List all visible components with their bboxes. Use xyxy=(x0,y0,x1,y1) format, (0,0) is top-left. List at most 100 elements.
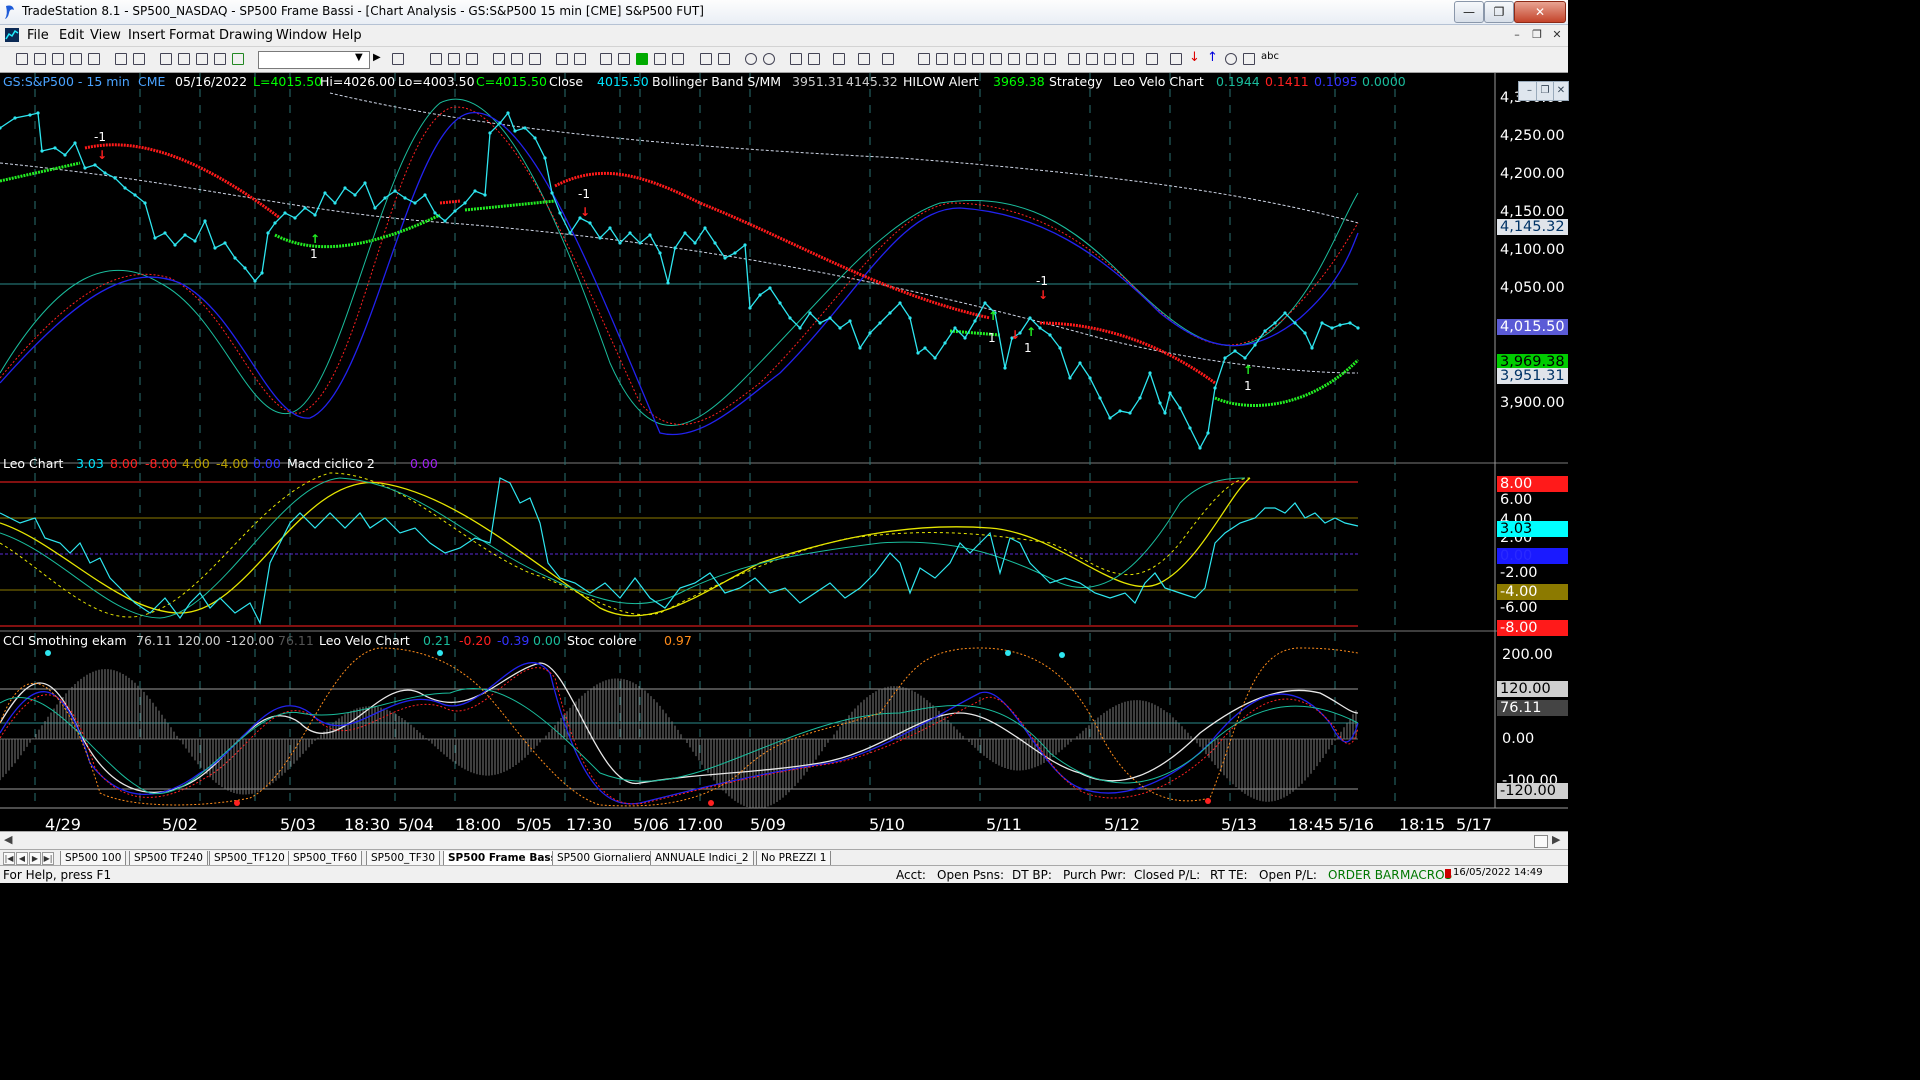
play-icon[interactable]: ▶ xyxy=(373,52,381,63)
tab-sp500-tf60[interactable]: SP500_TF60 xyxy=(288,851,363,866)
tab-last-icon[interactable]: ▶| xyxy=(42,852,54,865)
candlestick-icon[interactable] xyxy=(636,53,648,65)
tab-sp500-100[interactable]: SP500 100 xyxy=(60,851,127,866)
scroll-thumb[interactable] xyxy=(1534,835,1548,848)
vertical-line-icon[interactable] xyxy=(936,53,948,65)
chart-window-icon[interactable] xyxy=(5,28,19,42)
tab-prev-icon[interactable]: ◀ xyxy=(16,852,28,865)
text-tool-icon[interactable]: abc xyxy=(1261,51,1279,62)
menu-drawing[interactable]: Drawing xyxy=(219,28,273,43)
close-price-point xyxy=(618,241,622,245)
child-restore-button[interactable]: ❐ xyxy=(1528,27,1546,43)
close-button[interactable]: ✕ xyxy=(1514,1,1566,23)
chart-analysis-window[interactable]: GS:S&P500 - 15 min CME 05/16/2022 L=4015.50… xyxy=(0,73,1569,834)
tab-sp500-tf30[interactable]: SP500_TF30 xyxy=(366,851,441,866)
window-icon[interactable] xyxy=(160,53,172,65)
tab-sp500-tf120[interactable]: SP500_TF120 xyxy=(209,851,290,866)
speed-line-icon[interactable] xyxy=(990,53,1002,65)
print-icon[interactable] xyxy=(133,53,145,65)
close-price-point xyxy=(638,241,642,245)
menu-view[interactable]: View xyxy=(90,28,121,43)
horizontal-line-icon[interactable] xyxy=(954,53,966,65)
open-icon[interactable] xyxy=(34,53,46,65)
minimize-button[interactable]: — xyxy=(1454,1,1484,23)
arrow-both-icon[interactable] xyxy=(1086,53,1098,65)
radar-icon[interactable] xyxy=(448,53,460,65)
pointer-icon[interactable] xyxy=(790,53,802,65)
hilow-support-line xyxy=(464,199,556,212)
menu-window[interactable]: Window xyxy=(276,28,327,43)
child-close-button[interactable]: ✕ xyxy=(1548,27,1566,43)
close-price-point xyxy=(413,201,417,205)
insert-strategy-icon[interactable] xyxy=(574,53,586,65)
scroll-left-arrow-icon[interactable]: ◀ xyxy=(4,833,12,846)
save-icon[interactable] xyxy=(52,53,64,65)
tab-sp500-giornaliero[interactable]: SP500 Giornaliero xyxy=(552,851,656,866)
data-window-icon[interactable] xyxy=(808,53,820,65)
menu-help[interactable]: Help xyxy=(332,28,362,43)
format-icon[interactable] xyxy=(600,53,612,65)
curve-icon[interactable] xyxy=(1170,53,1182,65)
bar-type-icon[interactable] xyxy=(618,53,630,65)
new-icon[interactable] xyxy=(16,53,28,65)
color-palette-icon[interactable] xyxy=(232,53,244,65)
arrow-down-icon[interactable]: ↓ xyxy=(1189,50,1200,65)
cascade-icon[interactable] xyxy=(178,53,190,65)
menu-file[interactable]: File xyxy=(27,28,49,43)
workspace-combo[interactable] xyxy=(258,51,370,69)
print-preview-icon[interactable] xyxy=(115,53,127,65)
chart-icon[interactable] xyxy=(430,53,442,65)
trendline-icon[interactable] xyxy=(918,53,930,65)
hotlist-icon[interactable] xyxy=(882,53,894,65)
save-all-icon[interactable] xyxy=(70,53,82,65)
zoom-in-icon[interactable] xyxy=(745,53,757,65)
arrow-up-icon[interactable]: ↑ xyxy=(1207,50,1218,65)
pencil-icon[interactable] xyxy=(1146,53,1158,65)
status-order-bar[interactable]: ORDER BAR xyxy=(1328,868,1400,882)
menu-format[interactable]: Format xyxy=(169,28,215,43)
rectangle-icon[interactable] xyxy=(1243,53,1255,65)
news-icon[interactable] xyxy=(511,53,523,65)
chevron-down-icon[interactable]: ▼ xyxy=(355,52,363,63)
lock-icon[interactable] xyxy=(196,53,208,65)
pane-close-button[interactable]: ✕ xyxy=(1553,81,1569,101)
fibonacci-icon[interactable] xyxy=(1026,53,1038,65)
scroll-left-icon[interactable] xyxy=(700,53,712,65)
close-price-point xyxy=(73,141,77,145)
ellipse-icon[interactable] xyxy=(1225,53,1237,65)
andrews-pitchfork-icon[interactable] xyxy=(1044,53,1056,65)
close-price-point xyxy=(808,311,812,315)
scroll-right-arrow-icon[interactable]: ▶ xyxy=(1552,833,1560,846)
insert-indicator-icon[interactable] xyxy=(556,53,568,65)
tab-first-icon[interactable]: |◀ xyxy=(3,852,15,865)
options-icon[interactable] xyxy=(529,53,541,65)
find-icon[interactable] xyxy=(392,53,404,65)
arc-icon[interactable] xyxy=(1122,53,1134,65)
maximize-button[interactable]: ❐ xyxy=(1484,1,1514,23)
tab-next-icon[interactable]: ▶ xyxy=(29,852,41,865)
chart-canvas[interactable] xyxy=(0,73,1568,831)
matrix-icon[interactable] xyxy=(466,53,478,65)
channel-icon[interactable] xyxy=(972,53,984,65)
tab-sp500-frame-bassi[interactable]: SP500 Frame Bassi xyxy=(443,851,566,866)
scanner-icon[interactable] xyxy=(493,53,505,65)
zoom-out-icon[interactable] xyxy=(763,53,775,65)
tab-sp500-tf240[interactable]: SP500 TF240 xyxy=(129,851,208,866)
pane-restore-button[interactable]: ❐ xyxy=(1536,81,1554,101)
menu-insert[interactable]: Insert xyxy=(128,28,165,43)
parallel-lines-icon[interactable] xyxy=(1104,53,1116,65)
tab-annuale-indici-2[interactable]: ANNUALE Indici_2 xyxy=(650,851,754,866)
gann-fan-icon[interactable] xyxy=(1068,53,1080,65)
regression-icon[interactable] xyxy=(1008,53,1020,65)
scroll-right-icon[interactable] xyxy=(718,53,730,65)
order-bar-icon[interactable] xyxy=(858,53,870,65)
folder-icon[interactable] xyxy=(88,53,100,65)
grid-icon[interactable] xyxy=(214,53,226,65)
horizontal-scrollbar[interactable]: ◀ ▶ xyxy=(0,831,1568,850)
menu-edit[interactable]: Edit xyxy=(59,28,84,43)
line-chart-icon[interactable] xyxy=(654,53,666,65)
tools-icon[interactable] xyxy=(833,53,845,65)
ohlc-icon[interactable] xyxy=(672,53,684,65)
child-minimize-button[interactable]: – xyxy=(1508,27,1526,43)
tab-no-prezzi-1[interactable]: No PREZZI 1 xyxy=(756,851,832,866)
